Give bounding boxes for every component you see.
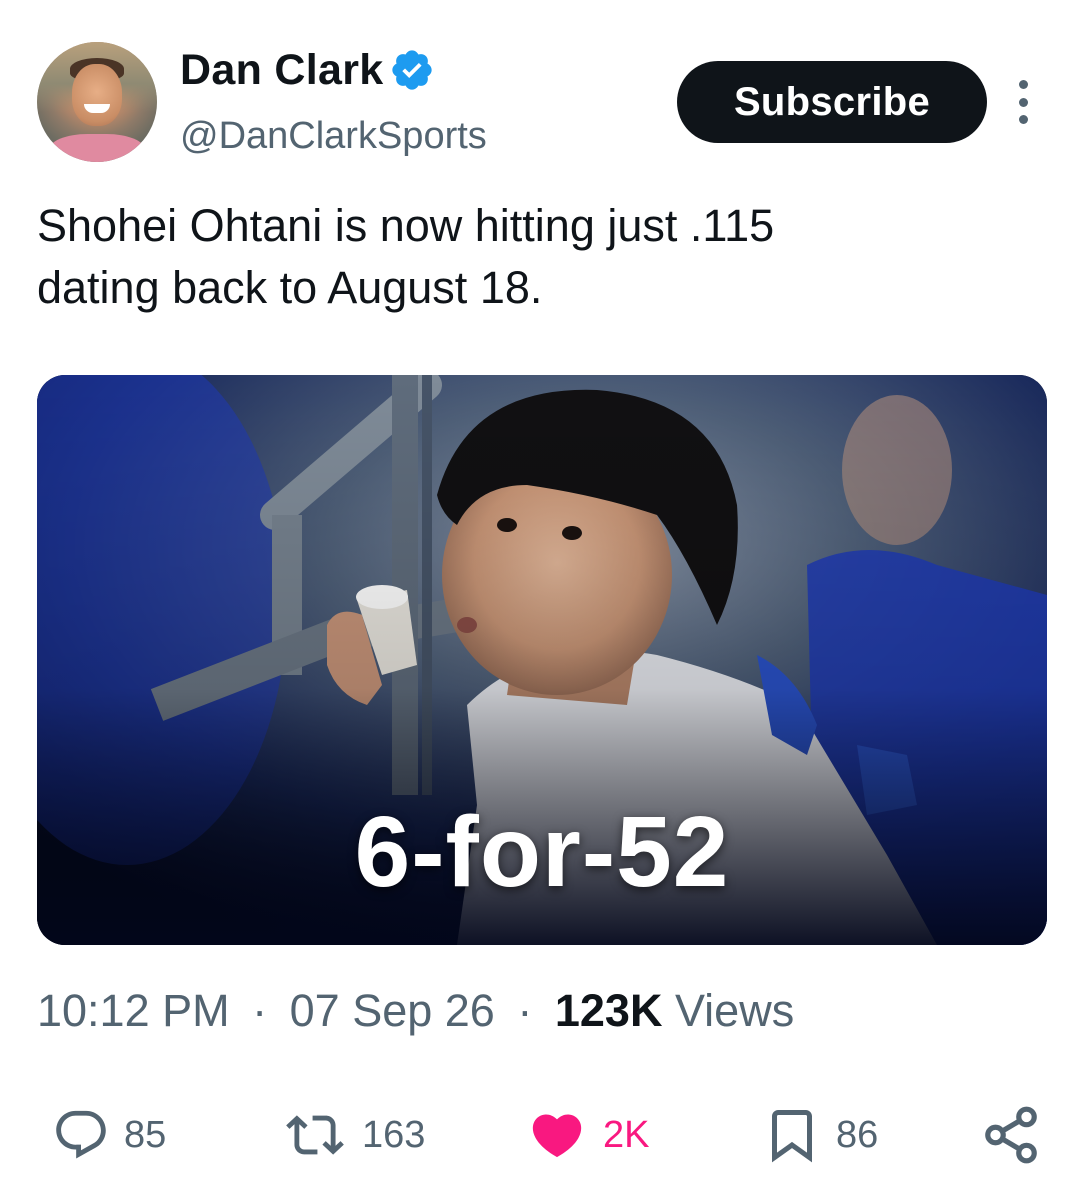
repost-icon — [286, 1115, 344, 1155]
verified-badge-icon[interactable] — [389, 47, 435, 93]
tweet-time[interactable]: 10:12 PM — [37, 985, 230, 1036]
bookmark-icon — [772, 1110, 812, 1163]
bookmark-count: 86 — [836, 1113, 879, 1156]
more-dot — [1018, 115, 1028, 124]
author-name-row: Dan Clark — [180, 42, 435, 98]
media-caption: 6-for-52 — [354, 796, 730, 908]
share-button[interactable] — [980, 1100, 1042, 1170]
more-dot — [1018, 97, 1028, 107]
meta-separator: · — [517, 985, 533, 1036]
tweet-date[interactable]: 07 Sep 26 — [290, 985, 495, 1036]
repost-count: 163 — [362, 1113, 426, 1156]
more-vertical-icon[interactable] — [1012, 80, 1034, 124]
reply-icon — [56, 1110, 106, 1159]
views-label: Views — [674, 985, 795, 1036]
heart-icon — [532, 1114, 582, 1158]
reply-button[interactable]: 85 — [52, 1100, 166, 1170]
repost-button[interactable]: 163 — [282, 1100, 425, 1170]
like-count: 2K — [603, 1113, 650, 1156]
author-handle[interactable]: @DanClarkSports — [180, 115, 487, 158]
tweet-media-image[interactable]: 6-for-52 — [37, 375, 1047, 945]
meta-separator: · — [252, 985, 268, 1036]
bookmark-button[interactable]: 86 — [762, 1100, 878, 1170]
avatar-shirt — [49, 134, 145, 162]
avatar-face — [72, 64, 122, 126]
reply-count: 85 — [124, 1113, 167, 1156]
tweet-meta: 10:12 PM · 07 Sep 26 · 123K Views — [37, 985, 794, 1037]
author-display-name[interactable]: Dan Clark — [180, 46, 383, 95]
tweet-action-bar: 85 163 2K 86 — [0, 1100, 1083, 1170]
subscribe-button[interactable]: Subscribe — [677, 61, 987, 143]
more-dot — [1018, 80, 1028, 89]
like-button[interactable]: 2K — [525, 1100, 649, 1170]
views-count: 123K — [554, 985, 663, 1036]
share-icon — [985, 1106, 1037, 1164]
author-avatar[interactable] — [37, 42, 157, 162]
tweet-text: Shohei Ohtani is now hitting just .115 d… — [37, 200, 775, 313]
